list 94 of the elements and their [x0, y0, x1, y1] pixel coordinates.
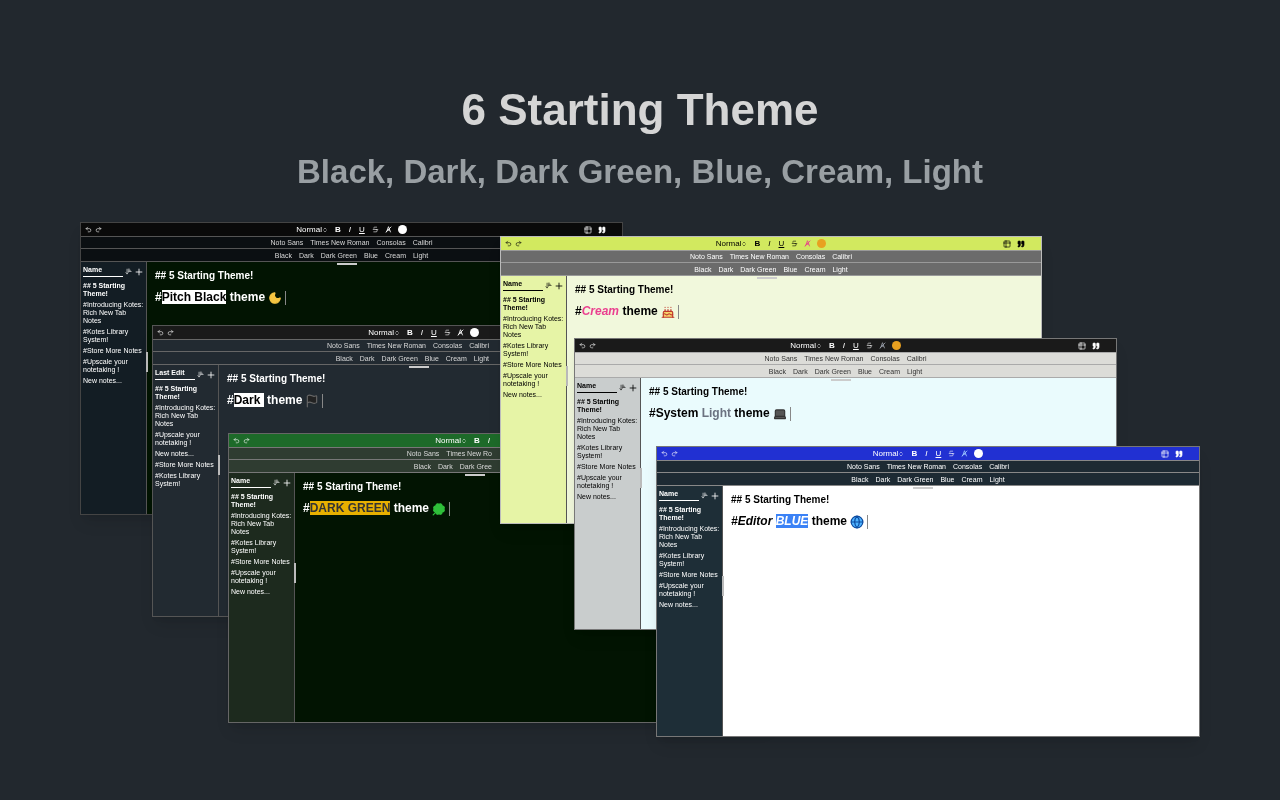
drag-handle[interactable]: [757, 277, 777, 279]
add-note-icon[interactable]: [134, 266, 144, 277]
drag-handle[interactable]: [409, 366, 429, 368]
text-cursor: [322, 393, 324, 408]
resize-handle[interactable]: [218, 455, 220, 475]
quote-icon[interactable]: [1017, 239, 1025, 248]
undo-icon[interactable]: [157, 329, 164, 336]
quote-icon[interactable]: [1175, 449, 1183, 458]
text-color-icon[interactable]: [878, 342, 886, 349]
text-cursor: [867, 514, 869, 529]
style-select[interactable]: Normal: [435, 436, 467, 445]
italic-button[interactable]: I: [486, 436, 491, 445]
text-cursor: [449, 501, 451, 516]
page-title: 6 Starting Theme: [461, 84, 819, 136]
globe-icon: [850, 514, 865, 529]
style-select[interactable]: Normal: [368, 328, 400, 337]
color-swatch[interactable]: [974, 449, 984, 458]
heading-text: ## 5 Starting Theme!: [731, 493, 830, 507]
redo-icon[interactable]: [589, 342, 596, 349]
add-note-icon[interactable]: [710, 490, 720, 501]
heading-text: ## 5 Starting Theme!: [649, 385, 748, 399]
undo-icon[interactable]: [85, 226, 92, 233]
style-select[interactable]: Normal: [715, 239, 748, 248]
text-cursor: [789, 406, 791, 421]
italic-button[interactable]: I: [767, 239, 772, 248]
color-swatch[interactable]: [817, 239, 827, 248]
strikethrough-icon[interactable]: [791, 240, 799, 247]
cake-icon: [660, 304, 675, 319]
strikethrough-icon[interactable]: [865, 342, 873, 349]
table-icon[interactable]: [1003, 239, 1011, 248]
redo-icon[interactable]: [167, 329, 174, 336]
redo-icon[interactable]: [95, 226, 102, 233]
laptop-icon: [772, 406, 787, 421]
text-color-icon[interactable]: [961, 450, 969, 457]
flag-icon: [305, 393, 320, 408]
strikethrough-icon[interactable]: [948, 450, 956, 457]
bold-button[interactable]: B: [753, 239, 762, 248]
italic-button[interactable]: I: [841, 341, 846, 350]
resize-handle[interactable]: [566, 366, 568, 386]
drag-handle[interactable]: [337, 263, 357, 265]
text-color-icon[interactable]: [804, 240, 812, 247]
undo-icon[interactable]: [505, 240, 512, 247]
heading-text: ## 5 Starting Theme!: [303, 480, 402, 494]
redo-icon[interactable]: [243, 437, 250, 444]
style-select[interactable]: Normal: [790, 341, 822, 350]
resize-handle[interactable]: [294, 563, 296, 583]
heading-text: ## 5 Starting Theme!: [155, 269, 254, 283]
bold-button[interactable]: B: [828, 341, 836, 350]
drag-handle[interactable]: [831, 379, 851, 381]
style-select[interactable]: Normal: [296, 225, 328, 234]
underline-button[interactable]: U: [934, 449, 943, 458]
theme-title: #Cream theme: [575, 304, 658, 319]
redo-icon[interactable]: [515, 240, 522, 247]
drag-handle[interactable]: [465, 474, 485, 476]
italic-button[interactable]: I: [924, 449, 929, 458]
underline-button[interactable]: U: [852, 341, 860, 350]
color-swatch[interactable]: [397, 225, 407, 234]
theme-title: #System Light theme: [649, 406, 770, 421]
resize-handle[interactable]: [640, 468, 642, 488]
underline-button[interactable]: U: [358, 225, 366, 234]
heading-text: ## 5 Starting Theme!: [575, 283, 674, 297]
bold-button[interactable]: B: [910, 449, 919, 458]
undo-icon[interactable]: [579, 342, 586, 349]
underline-button[interactable]: U: [777, 239, 786, 248]
resize-handle[interactable]: [146, 352, 148, 372]
add-note-icon[interactable]: [206, 369, 216, 380]
undo-icon[interactable]: [661, 450, 668, 457]
add-note-icon[interactable]: [628, 382, 638, 393]
italic-button[interactable]: I: [347, 225, 352, 234]
bold-button[interactable]: B: [334, 225, 342, 234]
color-swatch[interactable]: [469, 328, 479, 337]
color-swatch[interactable]: [891, 341, 901, 350]
redo-icon[interactable]: [671, 450, 678, 457]
bold-button[interactable]: B: [406, 328, 414, 337]
italic-button[interactable]: I: [419, 328, 424, 337]
text-cursor: [285, 290, 287, 305]
heading-text: ## 5 Starting Theme!: [227, 372, 326, 386]
theme-title: #Editor BLUE theme: [731, 514, 848, 529]
drag-handle[interactable]: [913, 487, 933, 489]
page-subtitle: Black, Dark, Dark Green, Blue, Cream, Light: [297, 152, 983, 192]
quote-icon[interactable]: [1092, 341, 1100, 350]
strikethrough-icon[interactable]: [371, 226, 379, 233]
clover-icon: [432, 501, 447, 516]
moon-icon: [268, 290, 283, 305]
text-cursor: [677, 304, 679, 319]
undo-icon[interactable]: [233, 437, 240, 444]
style-select[interactable]: Normal: [872, 449, 905, 458]
strikethrough-icon[interactable]: [443, 329, 451, 336]
quote-icon[interactable]: [598, 225, 606, 234]
bold-button[interactable]: B: [473, 436, 481, 445]
add-note-icon[interactable]: [554, 280, 564, 291]
resize-handle[interactable]: [722, 576, 724, 596]
underline-button[interactable]: U: [430, 328, 438, 337]
add-note-icon[interactable]: [282, 477, 292, 488]
